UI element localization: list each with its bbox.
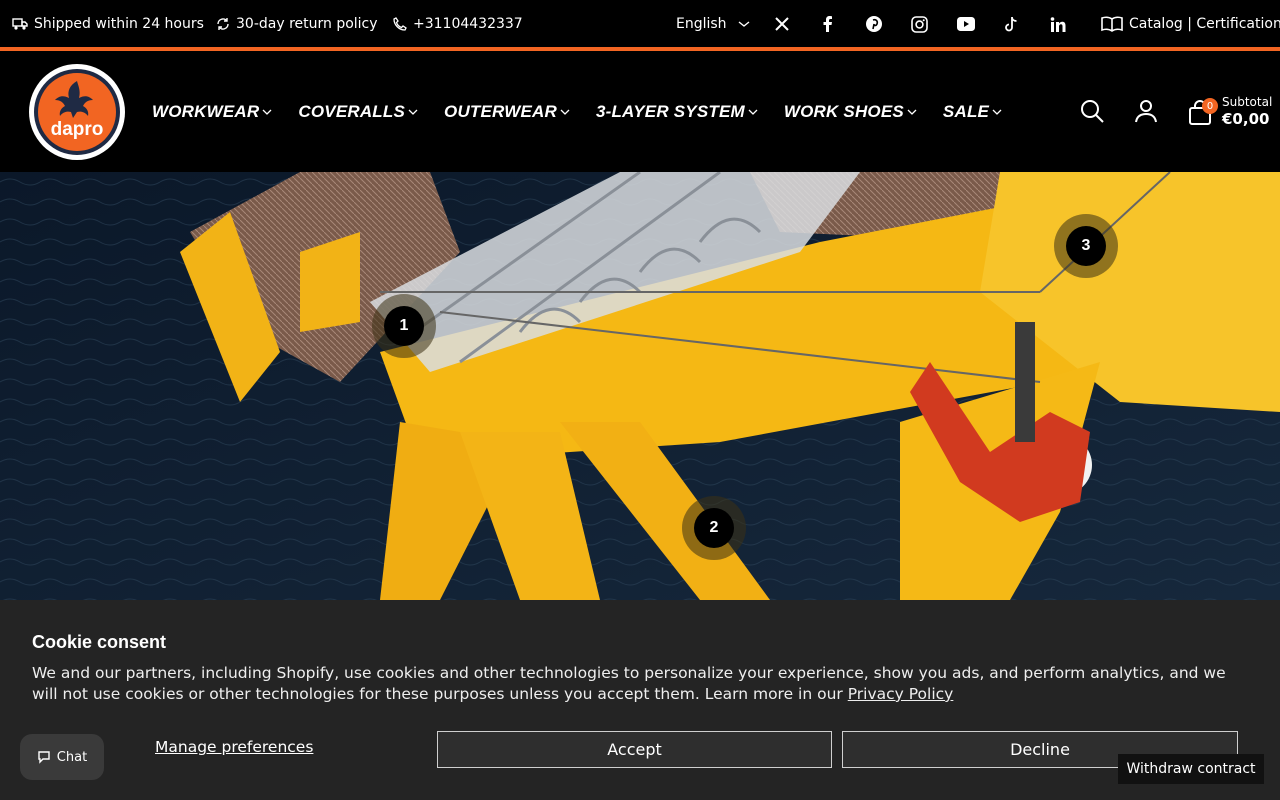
nav-label: WORK SHOES	[783, 101, 904, 121]
cart-button[interactable]: 0 Subtotal €0,00	[1188, 95, 1278, 131]
hotspot-1[interactable]: 1	[372, 294, 436, 358]
nav-label: WORKWEAR	[152, 101, 260, 121]
nav-label: OUTERWEAR	[444, 101, 557, 121]
svg-text:dapro: dapro	[51, 119, 104, 140]
youtube-icon	[957, 17, 975, 31]
chevron-down-icon	[992, 109, 1002, 115]
user-icon	[1135, 100, 1157, 123]
pinterest-link[interactable]	[865, 0, 883, 48]
chat-button[interactable]: Chat	[20, 734, 104, 780]
phone-info[interactable]: +31104432337	[393, 0, 523, 48]
cart-count-badge: 0	[1202, 98, 1218, 114]
chevron-down-icon	[560, 109, 570, 115]
catalog-text: Catalog | Certification	[1129, 16, 1280, 32]
nav-work-shoes[interactable]: WORK SHOES	[784, 102, 917, 122]
nav-label: COVERALLS	[298, 101, 406, 121]
instagram-link[interactable]	[911, 0, 928, 48]
nav-workwear[interactable]: WORKWEAR	[152, 102, 272, 122]
nav-3-layer-system[interactable]: 3-LAYER SYSTEM	[596, 102, 758, 122]
phone-icon	[393, 17, 407, 31]
linkedin-icon	[1050, 16, 1066, 32]
chat-label: Chat	[56, 749, 88, 765]
cookie-text: We and our partners, including Shopify, …	[32, 664, 1226, 703]
book-open-icon	[1101, 16, 1123, 32]
privacy-policy-link[interactable]: Privacy Policy	[848, 685, 954, 703]
pinterest-icon	[866, 16, 882, 32]
x-icon	[775, 17, 789, 31]
hotspot-number: 1	[384, 306, 424, 346]
manage-preferences-link[interactable]: Manage preferences	[155, 738, 313, 756]
facebook-icon	[823, 16, 832, 32]
cookie-title: Cookie consent	[32, 632, 167, 652]
dapro-logo[interactable]: dapro	[28, 63, 126, 161]
returns-text: 30-day return policy	[236, 16, 378, 32]
tiktok-link[interactable]	[1004, 0, 1019, 48]
chevron-down-icon	[738, 21, 749, 27]
x-link[interactable]	[774, 0, 790, 48]
catalog-link[interactable]: Catalog | Certification	[1101, 0, 1280, 48]
returns-info: 30-day return policy	[216, 0, 378, 48]
nav-outerwear[interactable]: OUTERWEAR	[444, 102, 570, 122]
hotspot-number: 3	[1066, 226, 1106, 266]
main-nav: WORKWEAR COVERALLS OUTERWEAR 3-LAYER SYS…	[152, 51, 1028, 172]
language-label: English	[676, 16, 727, 32]
phone-number: +31104432337	[413, 16, 523, 32]
main-header: dapro WORKWEAR COVERALLS OUTERWEAR 3-LAY…	[0, 51, 1280, 172]
facebook-link[interactable]	[822, 0, 834, 48]
nav-label: SALE	[942, 101, 990, 121]
nav-label: 3-LAYER SYSTEM	[595, 101, 745, 121]
shipping-info: Shipped within 24 hours	[12, 0, 204, 48]
search-icon	[1081, 100, 1104, 123]
instagram-icon	[911, 15, 928, 33]
linkedin-link[interactable]	[1050, 0, 1066, 48]
top-bar: Shipped within 24 hours 30-day return po…	[0, 0, 1280, 48]
refresh-icon	[217, 18, 229, 30]
nav-coveralls[interactable]: COVERALLS	[298, 102, 418, 122]
cookie-consent-banner: Cookie consent We and our partners, incl…	[0, 600, 1280, 800]
tiktok-icon	[1005, 16, 1017, 31]
language-selector[interactable]: English	[676, 0, 751, 48]
hotspot-3[interactable]: 3	[1054, 214, 1118, 278]
youtube-link[interactable]	[957, 0, 975, 48]
withdraw-contract-button[interactable]: Withdraw contract	[1118, 754, 1264, 784]
chevron-down-icon	[748, 109, 758, 115]
nav-sale[interactable]: SALE	[943, 102, 1002, 122]
chevron-down-icon	[262, 109, 272, 115]
search-button[interactable]	[1080, 99, 1104, 127]
subtotal-value: €0,00	[1222, 110, 1270, 128]
hero-image: 1 2 3	[0, 172, 1280, 600]
subtotal-label: Subtotal	[1222, 95, 1273, 109]
chat-bubble-icon	[38, 751, 50, 764]
shipping-text: Shipped within 24 hours	[34, 16, 204, 32]
cookie-description: We and our partners, including Shopify, …	[32, 663, 1242, 705]
truck-icon	[12, 18, 28, 30]
accept-button[interactable]: Accept	[437, 731, 832, 768]
chevron-down-icon	[907, 109, 917, 115]
chevron-down-icon	[408, 109, 418, 115]
hotspot-2[interactable]: 2	[682, 496, 746, 560]
account-button[interactable]	[1134, 99, 1158, 127]
hotspot-number: 2	[694, 508, 734, 548]
